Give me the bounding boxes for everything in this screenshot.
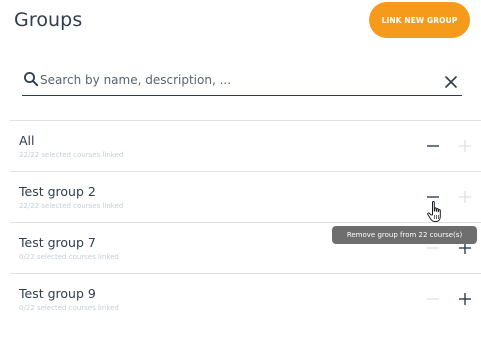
group-linked-count: 22/22 selected courses linked — [19, 151, 124, 159]
group-name: Test group 2 — [19, 184, 96, 199]
group-name: Test group 7 — [19, 235, 96, 250]
hand-pointer-icon — [426, 200, 446, 226]
search-icon — [23, 71, 39, 87]
group-linked-count: 0/22 selected courses linked — [19, 253, 119, 261]
minus-icon — [426, 292, 440, 306]
remove-group-tooltip: Remove group from 22 course(s) — [332, 226, 477, 244]
plus-icon — [458, 190, 472, 204]
plus-icon[interactable] — [458, 292, 472, 306]
group-row: All 22/22 selected courses linked — [10, 120, 481, 171]
group-list: All 22/22 selected courses linked Test g… — [10, 120, 481, 324]
group-row: Test group 2 22/22 selected courses link… — [10, 171, 481, 222]
close-icon[interactable] — [445, 73, 457, 88]
search-input[interactable] — [40, 70, 440, 90]
group-row: Test group 9 0/22 selected courses linke… — [10, 273, 481, 324]
group-linked-count: 0/22 selected courses linked — [19, 304, 119, 312]
group-name: Test group 9 — [19, 286, 96, 301]
group-linked-count: 22/22 selected courses linked — [19, 202, 124, 210]
minus-icon[interactable] — [426, 139, 440, 153]
plus-icon — [458, 139, 472, 153]
link-new-group-button[interactable]: LINK NEW GROUP — [369, 2, 470, 38]
page-title: Groups — [14, 9, 83, 31]
search-bar — [22, 66, 462, 96]
group-name: All — [19, 133, 35, 148]
